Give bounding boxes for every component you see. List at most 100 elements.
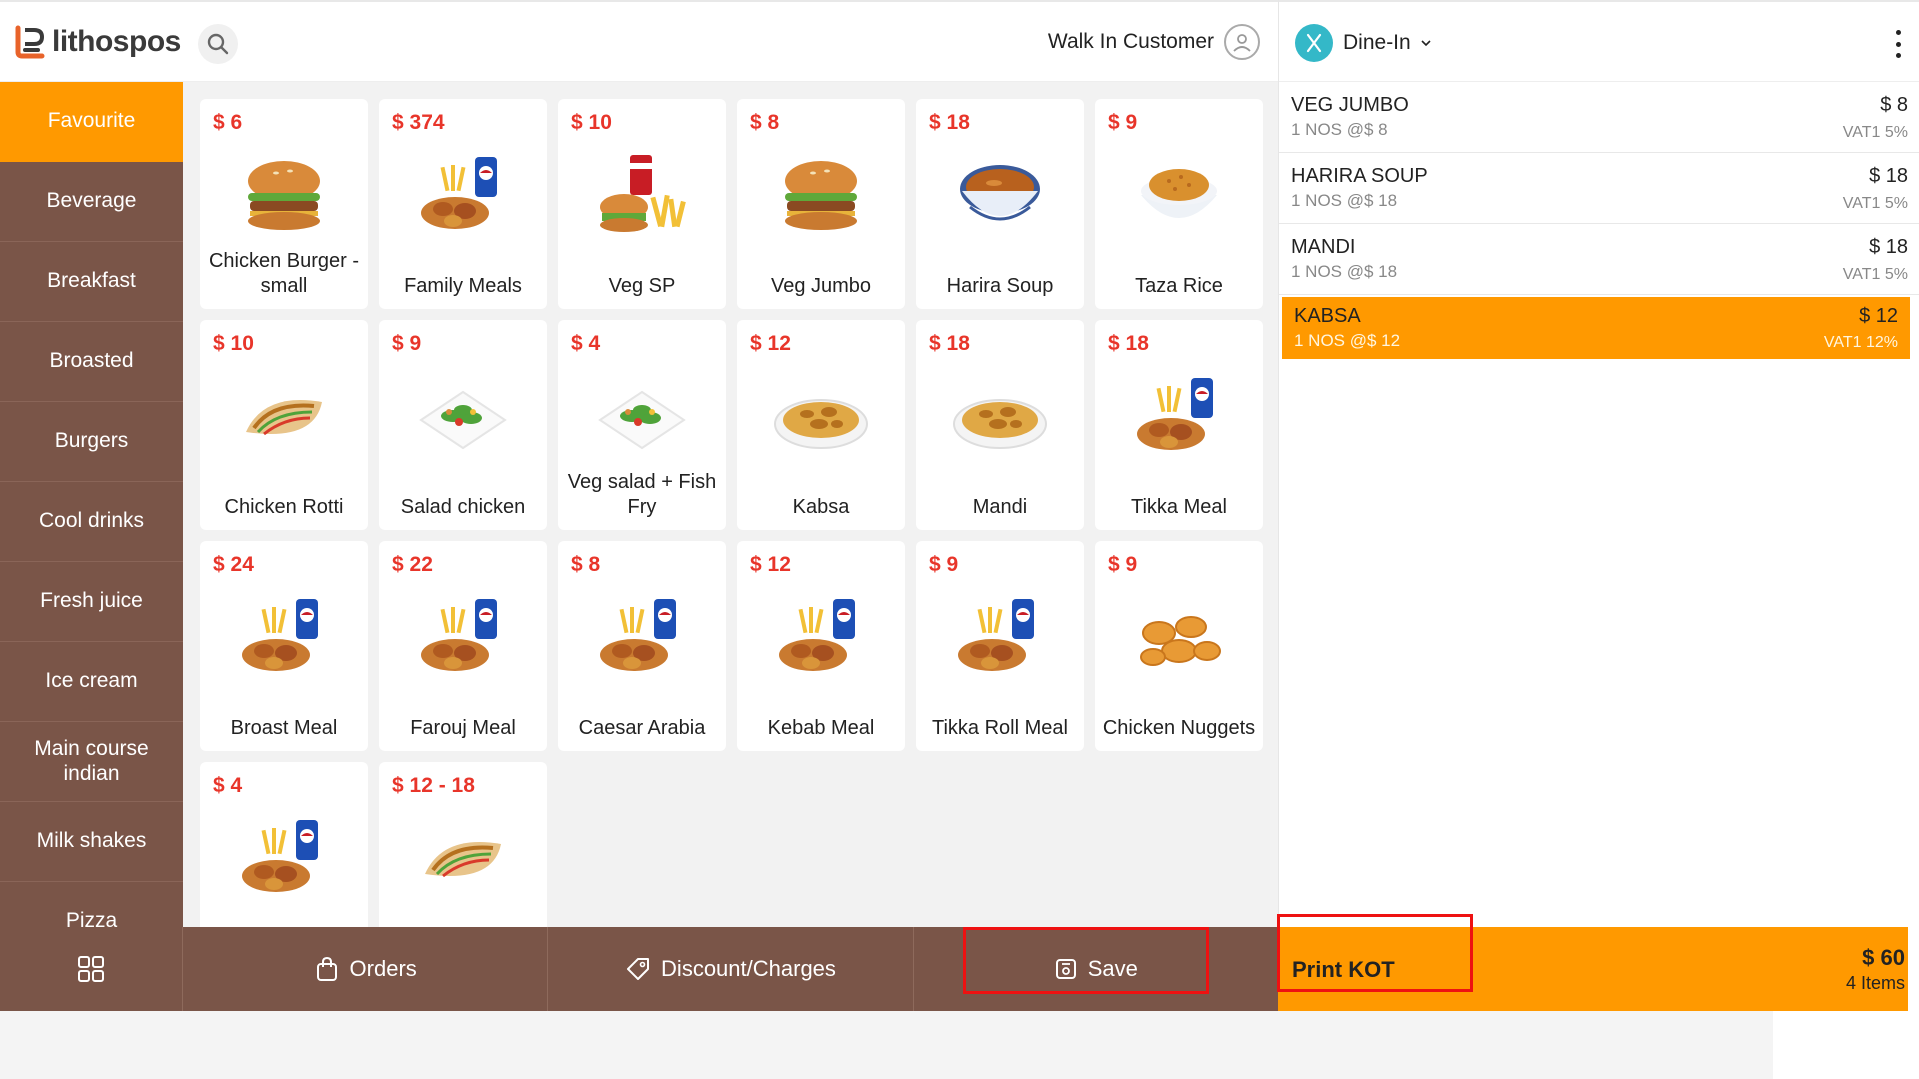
product-name: Kabsa [792,496,850,518]
product-name: Chicken Rotti [224,496,344,518]
product-card[interactable]: $ 18 Harira Soup [916,99,1084,309]
product-name: Veg Jumbo [770,275,872,297]
food-meal-icon [771,593,871,683]
product-name: Taza Rice [1135,275,1223,297]
product-card[interactable]: $ 8 Veg Jumbo [737,99,905,309]
food-meal-icon [413,151,513,241]
product-name: Chicken Burger - small [208,250,360,297]
category-beverage[interactable]: Beverage [0,162,183,242]
order-list: VEG JUMBO 1 NOS @$ 8 $ 8 VAT1 5% HARIRA … [1279,82,1919,359]
food-meal-icon [592,593,692,683]
product-card[interactable]: $ 8 Caesar Arabia [558,541,726,751]
order-item-name: HARIRA SOUP [1291,165,1428,187]
product-price: $ 12 [750,553,791,576]
food-burger-meal-icon [592,151,692,241]
product-card[interactable]: $ 18 Mandi [916,320,1084,530]
chevron-down-icon [1421,40,1431,47]
discount-charges-button[interactable]: Discount/Charges [548,927,914,1011]
order-item[interactable]: MANDI 1 NOS @$ 18 $ 18 VAT1 5% [1279,224,1919,295]
food-meal-icon [950,593,1050,683]
order-item-amount: $ 18 [1869,236,1908,258]
product-card[interactable]: $ 9 Chicken Nuggets [1095,541,1263,751]
top-header: lithospos Walk In Customer [0,0,1278,82]
product-name: Mandi [972,496,1028,518]
category-milk-shakes[interactable]: Milk shakes [0,802,183,882]
category-ice-cream[interactable]: Ice cream [0,642,183,722]
order-item-selected[interactable]: KABSA 1 NOS @$ 12 $ 12 VAT1 12% [1282,297,1910,359]
product-price: $ 18 [929,332,970,355]
category-fresh-juice[interactable]: Fresh juice [0,562,183,642]
product-card[interactable]: $ 12 Kabsa [737,320,905,530]
food-wrap-icon [234,372,334,462]
print-kot-button[interactable]: Print KOT $ 60 4 Items [1278,927,1908,1011]
product-price: $ 18 [929,111,970,134]
grid-view-button[interactable] [0,927,183,1011]
save-button[interactable]: Save [914,927,1278,1011]
product-card[interactable]: $ 10 Chicken Rotti [200,320,368,530]
order-item-vat: VAT1 5% [1842,266,1908,283]
food-wrap-icon [413,814,513,904]
product-price: $ 12 [750,332,791,355]
order-item-vat: VAT1 12% [1823,334,1898,351]
category-broasted[interactable]: Broasted [0,322,183,402]
product-card[interactable]: $ 4 Veg salad + Fish Fry [558,320,726,530]
orders-label: Orders [349,956,417,981]
order-item-qty: 1 NOS @$ 18 [1291,191,1398,210]
category-burgers[interactable]: Burgers [0,402,183,482]
order-item[interactable]: VEG JUMBO 1 NOS @$ 8 $ 8 VAT1 5% [1279,82,1919,153]
category-pizza[interactable]: Pizza [0,882,183,927]
order-item-amount: $ 18 [1869,165,1908,187]
order-item-amount: $ 12 [1859,305,1898,327]
grid-icon [78,956,104,982]
category-main-course-indian[interactable]: Main course indian [0,722,183,802]
category-cool-drinks[interactable]: Cool drinks [0,482,183,562]
product-name: Harira Soup [946,275,1054,297]
customer-selector[interactable]: Walk In Customer [1048,24,1260,60]
product-card[interactable]: $ 9 Salad chicken [379,320,547,530]
product-card[interactable]: $ 9 Taza Rice [1095,99,1263,309]
product-price: $ 9 [1108,111,1138,134]
logo-mark-icon [15,25,45,59]
product-price: $ 22 [392,553,433,576]
category-breakfast[interactable]: Breakfast [0,242,183,322]
product-name: Farouj Meal [410,717,516,739]
order-item-name: MANDI [1291,236,1356,258]
product-card[interactable]: $ 18 Tikka Meal [1095,320,1263,530]
bottom-action-bar: Orders Discount/Charges Save [0,927,1278,1011]
product-price: $ 374 [392,111,445,134]
order-item-amount: $ 8 [1880,94,1908,116]
product-card[interactable]: $ 12 Kebab Meal [737,541,905,751]
product-name: Salad chicken [400,496,526,518]
order-item-qty: 1 NOS @$ 18 [1291,262,1398,281]
product-name: Broast Meal [230,717,338,739]
product-card[interactable]: $ 4 [200,762,368,927]
save-icon [1055,959,1076,979]
product-card[interactable]: $ 374 Family Meals [379,99,547,309]
product-card[interactable]: $ 24 Broast Meal [200,541,368,751]
product-card[interactable]: $ 9 Tikka Roll Meal [916,541,1084,751]
product-card[interactable]: $ 6 Chicken Burger - small [200,99,368,309]
print-kot-label: Print KOT [1292,957,1395,982]
save-label: Save [1087,956,1138,981]
order-item-name: VEG JUMBO [1291,94,1409,116]
order-item[interactable]: HARIRA SOUP 1 NOS @$ 18 $ 18 VAT1 5% [1279,153,1919,224]
product-card[interactable]: $ 10 Veg SP [558,99,726,309]
orders-button[interactable]: Orders [183,927,549,1011]
product-card[interactable]: $ 22 Farouj Meal [379,541,547,751]
product-name: Family Meals [404,275,522,297]
search-icon [207,33,229,55]
order-item-vat: VAT1 5% [1842,124,1908,141]
food-rice-plate-icon [950,372,1050,462]
food-soup-icon [950,151,1050,241]
more-menu-icon[interactable] [1891,30,1905,58]
shopping-bag-icon [316,956,337,981]
product-price: $ 18 [1108,332,1149,355]
category-favourite[interactable]: Favourite [0,82,183,162]
search-button[interactable] [198,24,238,64]
product-price: $ 10 [213,332,254,355]
product-price: $ 4 [213,774,243,797]
product-card[interactable]: $ 12 - 18NORMAL [379,762,547,927]
food-rice-plate-icon [771,372,871,462]
order-type-dropdown[interactable]: Dine-In [1295,24,1431,62]
product-price: $ 9 [1108,553,1138,576]
